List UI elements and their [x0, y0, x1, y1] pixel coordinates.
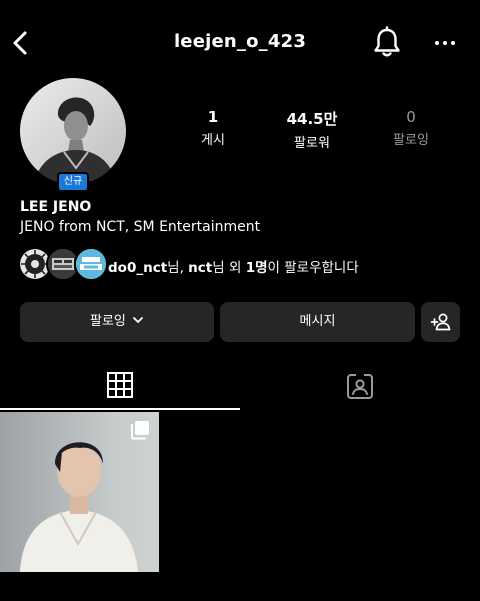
followed-by-row[interactable]: do0_nct님, nct님 외 1명이 팔로우합니다 — [18, 247, 468, 283]
following-button[interactable]: 팔로잉 — [20, 302, 214, 342]
follower-avatar — [74, 247, 108, 281]
tagged-icon — [347, 373, 373, 399]
add-user-button[interactable] — [421, 302, 460, 342]
stat-posts[interactable]: 1 게시 — [168, 108, 258, 148]
display-name: LEE JENO — [20, 199, 92, 215]
active-tab-indicator — [0, 408, 240, 410]
new-badge: 신규 — [57, 172, 89, 192]
more-dots-icon[interactable] — [432, 30, 458, 56]
grid-icon — [107, 372, 133, 398]
message-button-label: 메시지 — [299, 314, 336, 329]
profile-avatar[interactable] — [20, 78, 126, 184]
followed-by-text: do0_nct님, nct님 외 1명이 팔로우합니다 — [108, 256, 359, 276]
message-button[interactable]: 메시지 — [220, 302, 415, 342]
tab-grid[interactable] — [0, 365, 240, 410]
top-bar: leejen_o_423 — [0, 0, 480, 86]
followed-by-count: 1명 — [245, 260, 268, 276]
posts-count: 1 — [207, 108, 219, 126]
bio-text: JENO from NCT, SM Entertainment — [20, 219, 261, 235]
tab-tagged[interactable] — [240, 365, 480, 410]
add-user-icon — [430, 313, 450, 331]
stat-following[interactable]: 0 팔로잉 — [366, 108, 456, 148]
followers-label: 팔로워 — [294, 136, 330, 151]
followed-by-sep-1: 님, — [167, 260, 189, 276]
bell-icon[interactable] — [372, 26, 402, 60]
followed-by-user-2[interactable]: nct — [188, 260, 212, 276]
following-button-label: 팔로잉 — [89, 314, 126, 329]
stat-followers[interactable]: 44.5만 팔로워 — [267, 108, 357, 151]
following-count: 0 — [406, 108, 416, 126]
post-thumbnail[interactable] — [0, 412, 159, 572]
following-label: 팔로잉 — [393, 133, 429, 148]
chevron-down-icon — [133, 317, 143, 323]
posts-label: 게시 — [201, 133, 225, 148]
followed-by-user-1[interactable]: do0_nct — [108, 260, 167, 276]
followers-count: 44.5만 — [286, 110, 338, 128]
followed-by-sep-2: 님 외 — [212, 260, 246, 276]
followed-by-tail: 이 팔로우합니다 — [267, 260, 359, 276]
profile-username: leejen_o_423 — [173, 31, 307, 52]
multiple-posts-icon — [131, 421, 149, 440]
